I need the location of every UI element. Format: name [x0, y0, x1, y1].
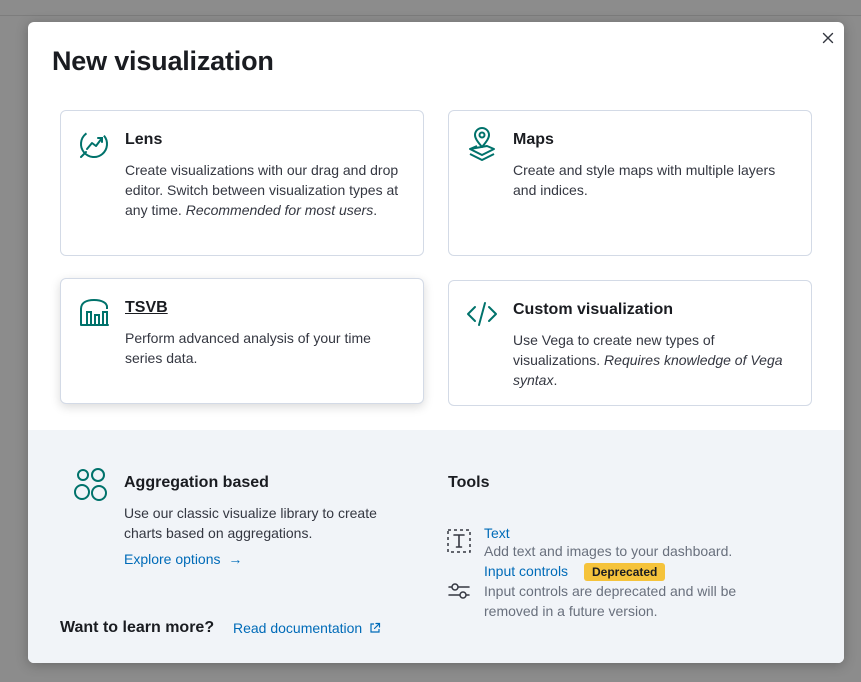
aggregation-description: Use our classic visualize library to cre…: [124, 505, 377, 541]
deprecated-badge: Deprecated: [584, 563, 666, 581]
external-link-icon: [370, 622, 381, 633]
maps-description: Create and style maps with multiple laye…: [513, 162, 776, 198]
input-controls-description: Input controls are deprecated and will b…: [484, 583, 737, 619]
custom-visualization-title: Custom visualization: [513, 301, 674, 318]
bottom-panel: Aggregation based Use our classic visual…: [28, 430, 844, 663]
read-documentation-link[interactable]: Read documentation: [233, 620, 381, 636]
lens-icon: [80, 130, 108, 158]
close-button[interactable]: [820, 30, 836, 46]
tsvb-description: Perform advanced analysis of your time s…: [125, 330, 371, 366]
arrow-right-icon: →: [228, 551, 243, 567]
explore-options-label: Explore options: [124, 551, 221, 567]
lens-description: Create visualizations with our drag and …: [125, 160, 409, 220]
explore-options-link[interactable]: Explore options →: [124, 551, 242, 567]
lens-card[interactable]: Lens Create visualizations with our drag…: [60, 110, 424, 256]
tsvb-card[interactable]: TSVB Perform advanced analysis of your t…: [60, 278, 424, 404]
text-tool-icon: [447, 529, 471, 553]
tsvb-title: TSVB: [125, 299, 168, 316]
custom-desc-end: .: [553, 372, 558, 388]
new-visualization-modal: New visualization Lens Create visualizat…: [28, 22, 844, 663]
maps-card[interactable]: Maps Create and style maps with multiple…: [448, 110, 812, 256]
code-icon: [467, 302, 497, 326]
input-controls-link[interactable]: Input controls: [484, 563, 568, 579]
modal-title: New visualization: [52, 46, 274, 76]
controls-icon: [448, 583, 470, 599]
lens-title: Lens: [125, 131, 163, 148]
learn-more-text: Want to learn more?: [60, 619, 215, 636]
aggregation-icon: [74, 468, 107, 501]
lens-desc-italic: Recommended for most users: [185, 202, 374, 218]
tools-title: Tools: [448, 474, 490, 491]
lens-desc-end: .: [373, 202, 378, 218]
custom-visualization-card[interactable]: Custom visualization Use Vega to create …: [448, 280, 812, 406]
custom-visualization-description: Use Vega to create new types of visualiz…: [513, 330, 797, 390]
maps-icon: [469, 127, 495, 161]
tsvb-icon: [80, 298, 109, 326]
background-header-bar: [0, 0, 861, 16]
text-tool-link[interactable]: Text: [484, 525, 510, 541]
text-tool-description: Add text and images to your dashboard.: [484, 543, 733, 559]
aggregation-title: Aggregation based: [124, 474, 269, 491]
close-icon: [822, 32, 834, 44]
read-documentation-label: Read documentation: [233, 620, 363, 636]
maps-title: Maps: [513, 131, 554, 148]
